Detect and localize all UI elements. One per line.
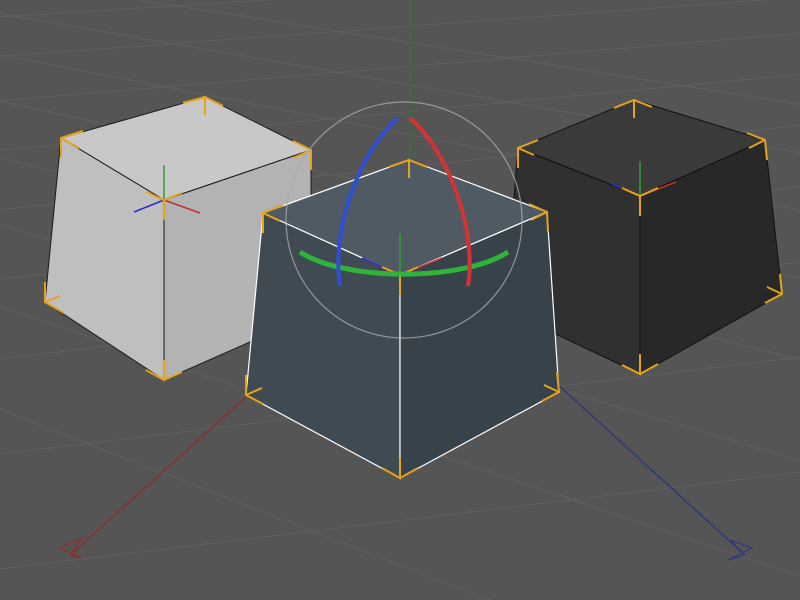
viewport-3d[interactable] [0, 0, 800, 600]
